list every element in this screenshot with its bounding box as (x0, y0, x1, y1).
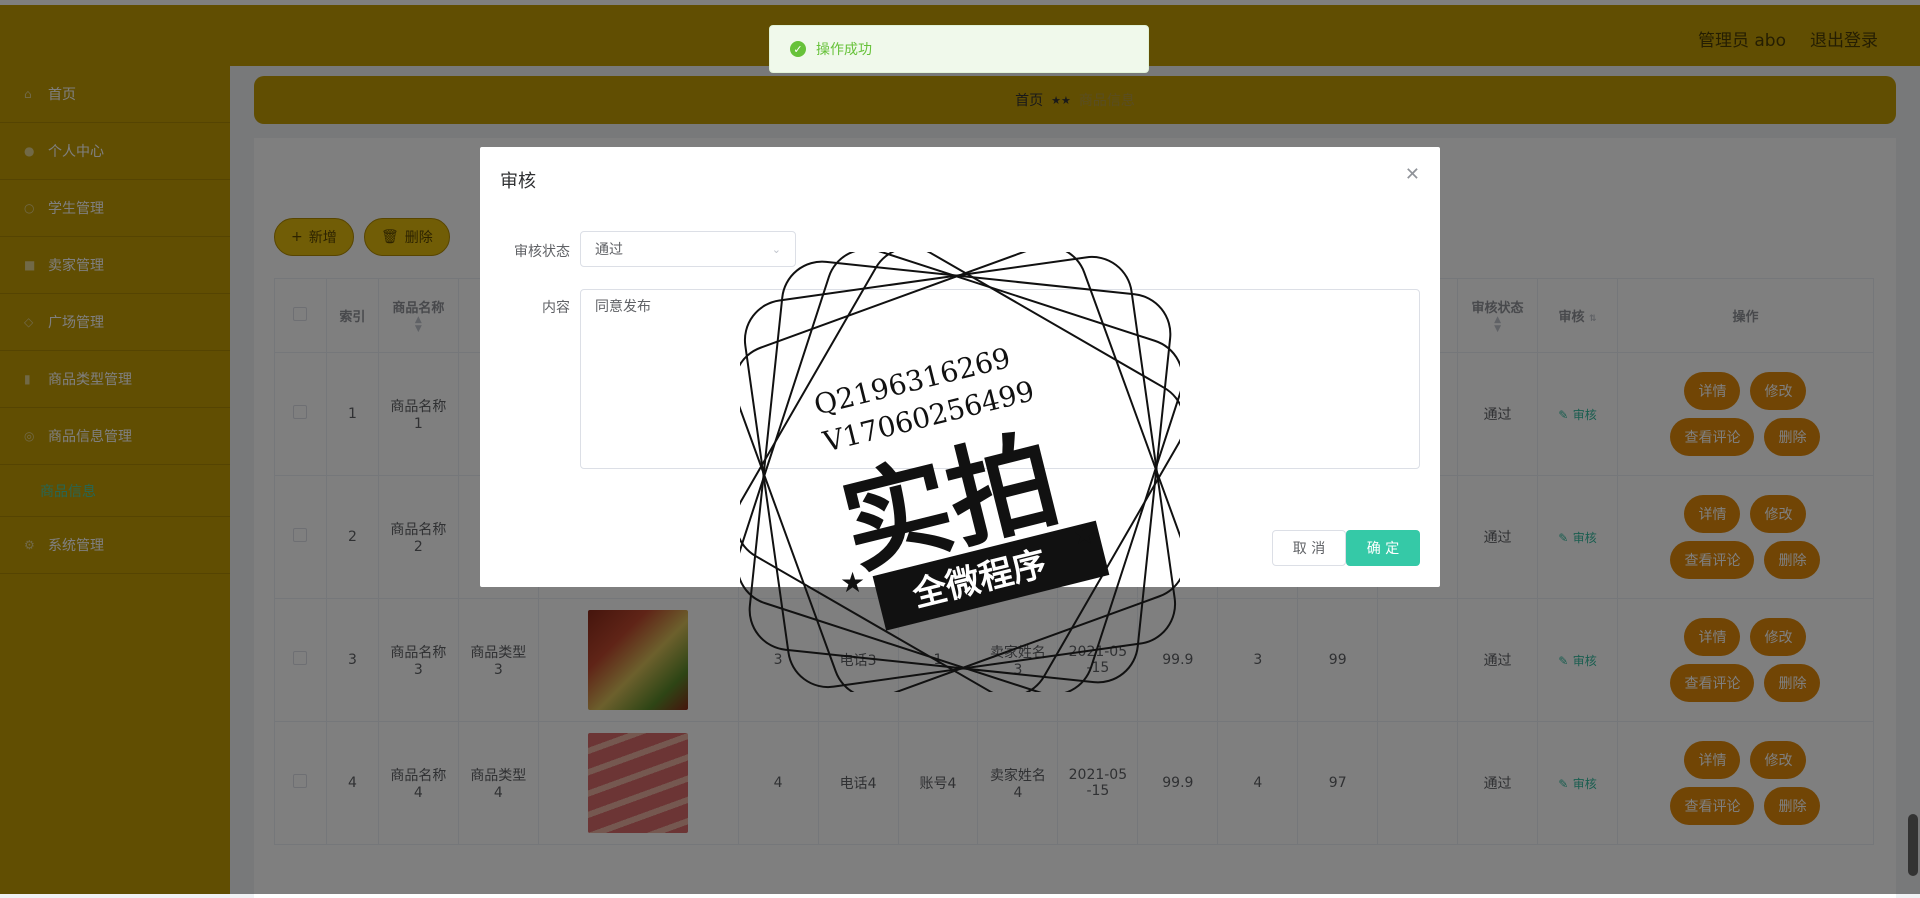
success-toast: ✓ 操作成功 (769, 25, 1149, 73)
status-select-value: 通过 (595, 242, 623, 258)
content-label: 内容 (542, 300, 570, 316)
dialog-title: 审核 (500, 171, 536, 192)
star-icon: ★ (1072, 518, 1097, 551)
toast-message: 操作成功 (816, 42, 872, 58)
status-label: 审核状态 (514, 244, 570, 260)
close-icon[interactable]: ✕ (1405, 164, 1420, 185)
cancel-button[interactable]: 取 消 (1272, 530, 1346, 566)
check-circle-icon: ✓ (790, 41, 806, 57)
scrollbar-thumb[interactable] (1908, 814, 1918, 876)
star-icon: ★ (840, 566, 865, 599)
confirm-button[interactable]: 确 定 (1346, 530, 1420, 566)
watermark-stamp: Q2196316269 V17060256499 实拍 全微程序 ★ ★ (740, 252, 1180, 692)
